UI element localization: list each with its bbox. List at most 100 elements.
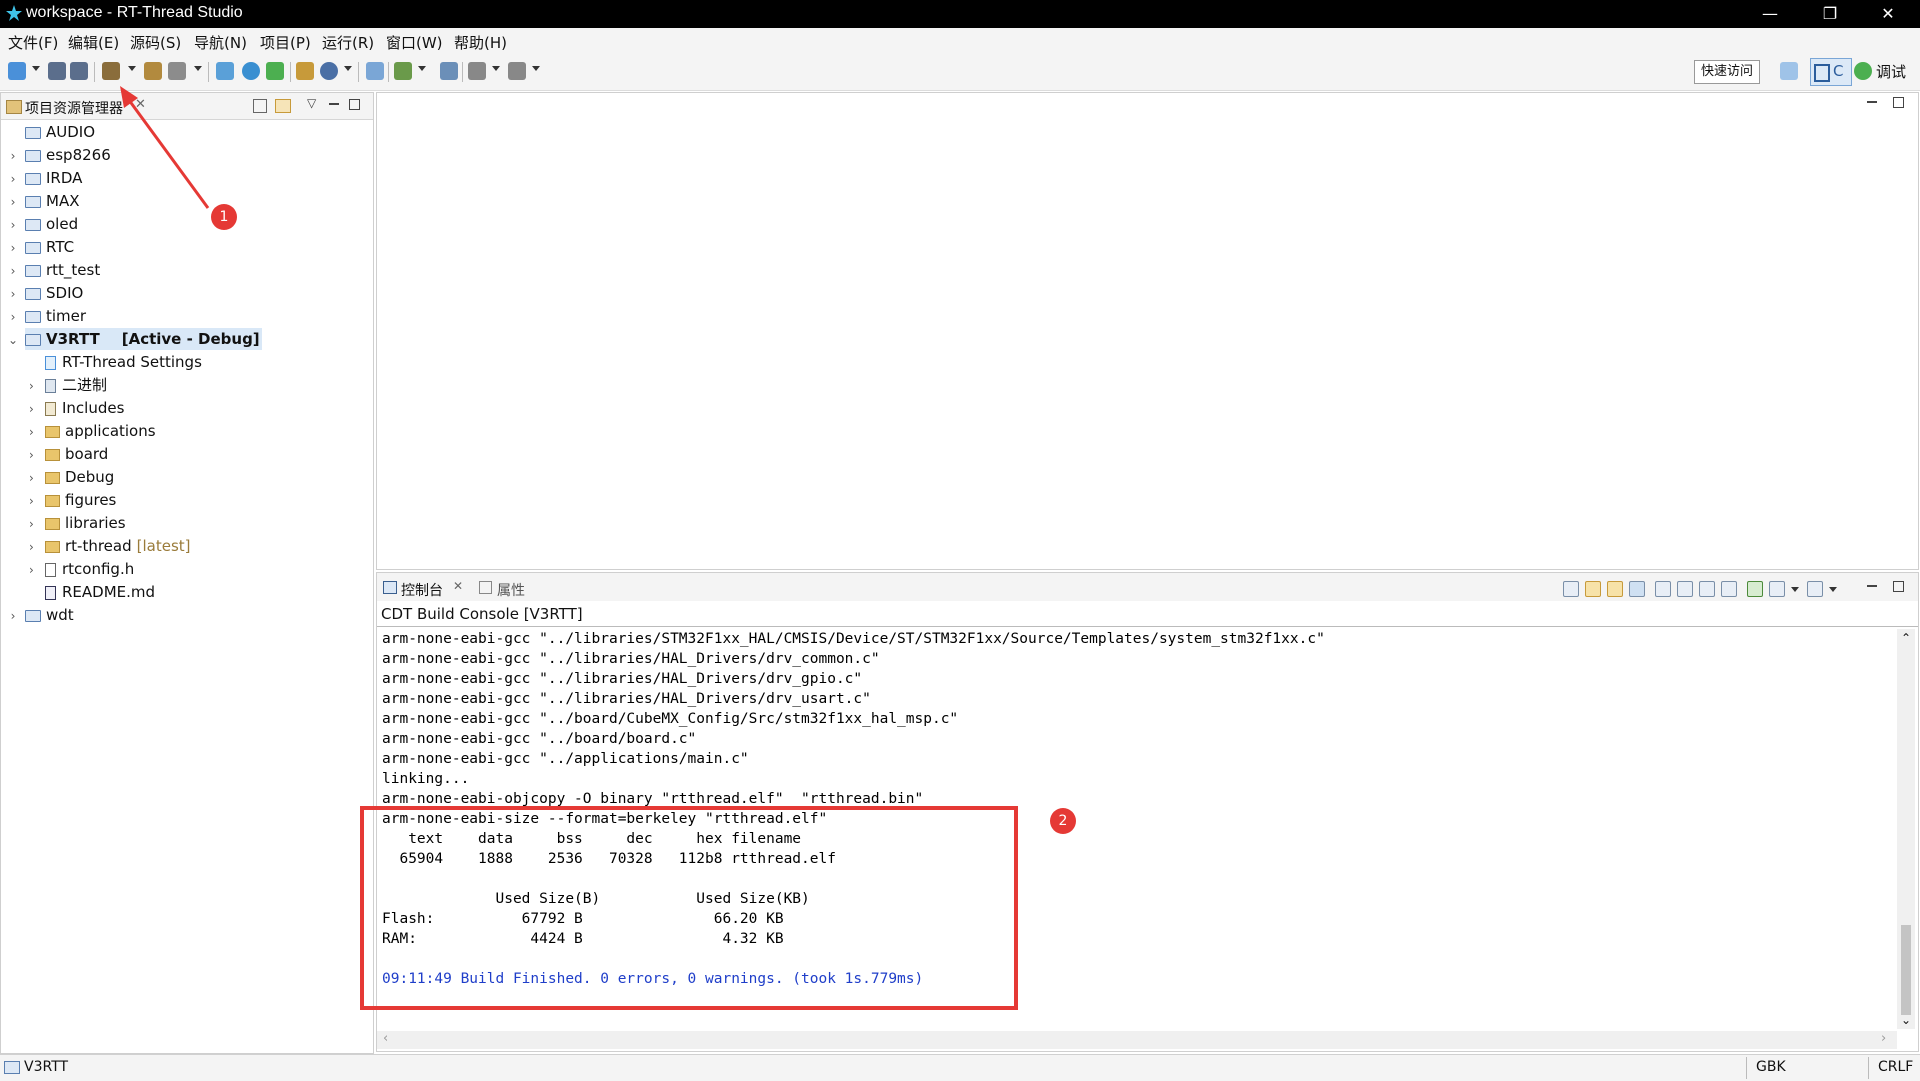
menu-edit[interactable]: 编辑(E)	[68, 32, 119, 53]
back-dropdown-icon[interactable]	[492, 66, 500, 71]
scroll-right-icon[interactable]: ›	[1881, 1031, 1886, 1046]
tree-project-item[interactable]: › timer	[1, 305, 373, 328]
tree-child-item[interactable]: › board	[1, 443, 373, 466]
open-console-dropdown-icon[interactable]	[1829, 587, 1837, 592]
maximize-console-icon[interactable]	[1893, 581, 1904, 592]
open-perspective-icon[interactable]	[1780, 62, 1798, 80]
status-line-ending[interactable]: CRLF	[1878, 1059, 1913, 1075]
explorer-title[interactable]: 项目资源管理器	[25, 98, 123, 118]
minimize-console-icon[interactable]	[1867, 585, 1877, 587]
menu-help[interactable]: 帮助(H)	[454, 32, 507, 53]
minimize-button[interactable]: —	[1742, 0, 1798, 28]
previous-problem-icon[interactable]	[1607, 581, 1623, 597]
expand-chevron-icon[interactable]: ›	[1, 237, 25, 260]
download-dropdown-icon[interactable]	[418, 66, 426, 71]
show-on-error-icon[interactable]	[1699, 581, 1715, 597]
show-on-output-icon[interactable]	[1677, 581, 1693, 597]
new-icon[interactable]	[8, 62, 26, 80]
tree-child-item[interactable]: RT-Thread Settings	[1, 351, 373, 374]
back-arrow-icon[interactable]	[468, 62, 486, 80]
remove-launch-icon[interactable]	[1721, 581, 1737, 597]
menu-navigate[interactable]: 导航(N)	[194, 32, 247, 53]
expand-chevron-icon[interactable]: ›	[29, 513, 45, 536]
tree-project-item[interactable]: › RTC	[1, 236, 373, 259]
maximize-view-icon[interactable]	[349, 99, 360, 110]
restore-button[interactable]: ❐	[1802, 0, 1858, 28]
scroll-left-icon[interactable]: ‹	[383, 1031, 388, 1046]
expand-chevron-icon[interactable]: ›	[1, 145, 25, 168]
expand-chevron-icon[interactable]: ›	[1, 306, 25, 329]
layers-icon[interactable]	[440, 62, 458, 80]
expand-chevron-icon[interactable]: ›	[1, 191, 25, 214]
scroll-up-icon[interactable]: ⌃	[1901, 631, 1911, 645]
tree-child-item[interactable]: › rt-thread [latest]	[1, 535, 373, 558]
tree-project-item[interactable]: › rtt_test	[1, 259, 373, 282]
maximize-editor-icon[interactable]	[1893, 97, 1904, 108]
settings-gear-icon[interactable]	[242, 62, 260, 80]
view-menu-icon[interactable]: ▽	[307, 96, 316, 110]
minimize-view-icon[interactable]	[329, 103, 339, 105]
menu-run[interactable]: 运行(R)	[322, 32, 374, 53]
expand-chevron-icon[interactable]: ›	[29, 421, 45, 444]
debug-perspective-button[interactable]: 调试	[1852, 58, 1914, 84]
minimize-editor-icon[interactable]	[1867, 101, 1877, 103]
search-dropdown-icon[interactable]	[344, 66, 352, 71]
build-hammer-icon[interactable]	[102, 62, 120, 80]
expand-chevron-icon[interactable]: ›	[29, 444, 45, 467]
close-button[interactable]: ✕	[1860, 0, 1916, 28]
tree-project-item[interactable]: › wdt	[1, 604, 373, 627]
tree-child-item[interactable]: › 二进制	[1, 374, 373, 397]
collapse-chevron-icon[interactable]: ⌄	[1, 329, 25, 352]
new-dropdown-icon[interactable]	[32, 66, 40, 71]
scroll-down-icon[interactable]: ⌄	[1901, 1013, 1911, 1027]
expand-chevron-icon[interactable]: ›	[1, 605, 25, 628]
c-perspective-button[interactable]: C	[1810, 58, 1852, 86]
clean-dropdown-icon[interactable]	[194, 66, 202, 71]
expand-chevron-icon[interactable]: ›	[29, 467, 45, 490]
tab-properties[interactable]: 属性	[497, 580, 525, 600]
save-all-icon[interactable]	[70, 62, 88, 80]
expand-chevron-icon[interactable]: ›	[1, 168, 25, 191]
display-console-dropdown-icon[interactable]	[1791, 587, 1799, 592]
terminal-icon[interactable]	[216, 62, 234, 80]
tree-child-item[interactable]: README.md	[1, 581, 373, 604]
package-icon[interactable]	[296, 62, 314, 80]
tree-active-project[interactable]: ⌄ V3RTT [Active - Debug]	[1, 328, 373, 351]
next-problem-icon[interactable]	[1585, 581, 1601, 597]
build-dropdown-icon[interactable]	[128, 66, 136, 71]
collapse-all-icon[interactable]	[253, 99, 267, 113]
clean-icon[interactable]	[168, 62, 186, 80]
forward-arrow-icon[interactable]	[508, 62, 526, 80]
tab-console[interactable]: 控制台	[401, 580, 443, 600]
quick-access-field[interactable]: 快速访问	[1694, 60, 1760, 84]
expand-chevron-icon[interactable]: ›	[29, 398, 45, 421]
tree-child-item[interactable]: › Includes	[1, 397, 373, 420]
menu-window[interactable]: 窗口(W)	[386, 32, 443, 53]
open-console-icon[interactable]	[1807, 581, 1823, 597]
tree-child-item[interactable]: › rtconfig.h	[1, 558, 373, 581]
forward-dropdown-icon[interactable]	[532, 66, 540, 71]
expand-chevron-icon[interactable]: ›	[29, 490, 45, 513]
tree-project-item[interactable]: › SDIO	[1, 282, 373, 305]
console-vertical-scrollbar[interactable]: ⌃ ⌄	[1897, 629, 1915, 1029]
scrollbar-thumb[interactable]	[1901, 925, 1911, 1015]
rebuild-icon[interactable]	[144, 62, 162, 80]
menu-file[interactable]: 文件(F)	[8, 32, 58, 53]
close-console-tab-icon[interactable]: ✕	[453, 579, 463, 593]
expand-chevron-icon[interactable]: ›	[29, 536, 45, 559]
display-selected-console-icon[interactable]	[1769, 581, 1785, 597]
menu-source[interactable]: 源码(S)	[130, 32, 181, 53]
pin-console-icon[interactable]	[1747, 581, 1763, 597]
console-clear-icon[interactable]	[1563, 581, 1579, 597]
status-encoding[interactable]: GBK	[1756, 1059, 1786, 1075]
expand-chevron-icon[interactable]: ›	[1, 283, 25, 306]
tree-child-item[interactable]: › figures	[1, 489, 373, 512]
word-wrap-icon[interactable]	[1655, 581, 1671, 597]
expand-chevron-icon[interactable]: ›	[1, 260, 25, 283]
expand-chevron-icon[interactable]: ›	[29, 559, 45, 582]
tree-child-item[interactable]: › applications	[1, 420, 373, 443]
search-icon[interactable]	[320, 62, 338, 80]
download-icon[interactable]	[394, 62, 412, 80]
console-horizontal-scrollbar[interactable]: ‹ ›	[377, 1031, 1897, 1049]
scroll-lock-icon[interactable]	[1629, 581, 1645, 597]
